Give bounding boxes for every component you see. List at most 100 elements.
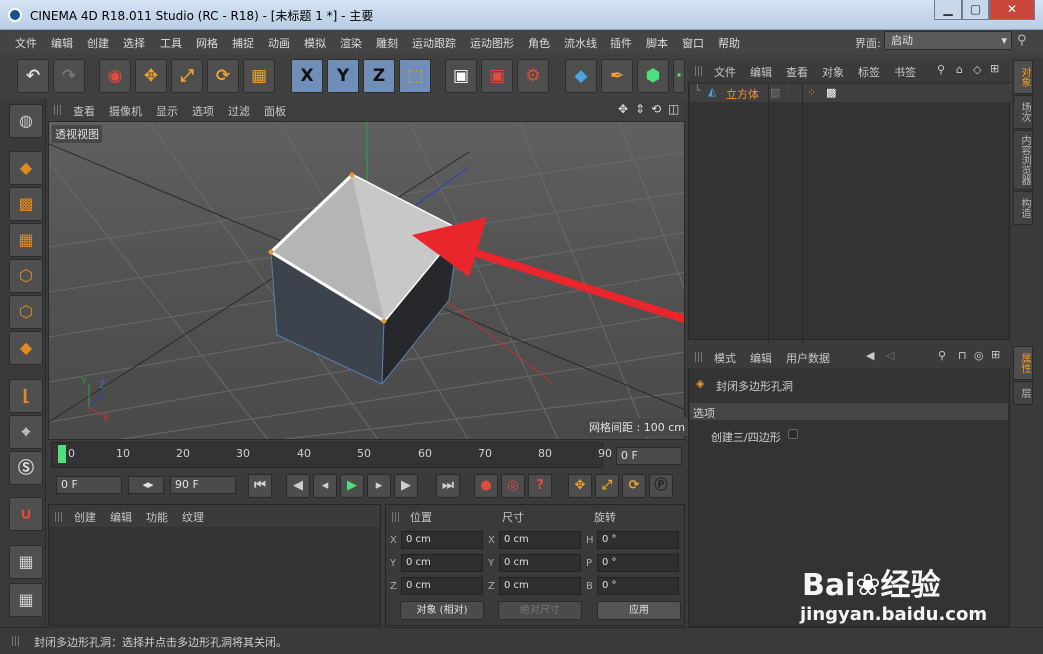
objects-menu-view[interactable]: 查看 bbox=[786, 64, 808, 80]
tab-layers[interactable]: 层 bbox=[1013, 381, 1033, 405]
menu-help[interactable]: 帮助 bbox=[718, 35, 740, 51]
rot-p-field[interactable]: 0 ° bbox=[597, 554, 679, 572]
live-selection-button[interactable]: ◉ bbox=[99, 59, 131, 93]
pos-y-field[interactable]: 0 cm bbox=[401, 554, 483, 572]
viewport-menu-camera[interactable]: 摄像机 bbox=[109, 103, 142, 119]
tab-objects[interactable]: 对象 bbox=[1013, 60, 1033, 94]
record-key-button[interactable]: ● bbox=[474, 474, 498, 498]
objects-menu-bookmarks[interactable]: 书签 bbox=[894, 64, 916, 80]
menu-script[interactable]: 脚本 bbox=[646, 35, 668, 51]
tweak-mode-button[interactable]: ⌖ bbox=[9, 415, 43, 449]
menu-window[interactable]: 窗口 bbox=[682, 35, 704, 51]
hierarchy-icon[interactable]: ◇ bbox=[973, 63, 981, 76]
minimize-button[interactable]: ▁ bbox=[934, 0, 962, 20]
rot-b-field[interactable]: 0 ° bbox=[597, 577, 679, 595]
menu-pipeline[interactable]: 流水线 bbox=[564, 35, 597, 51]
coordinate-system-button[interactable]: ⬚ bbox=[399, 59, 431, 93]
auto-key-button[interactable]: ◎ bbox=[501, 474, 525, 498]
tab-attributes[interactable]: 属性 bbox=[1013, 346, 1033, 380]
workplane-align-button[interactable]: ▦ bbox=[9, 583, 43, 617]
target-icon[interactable]: ◎ bbox=[974, 349, 984, 362]
search-icon[interactable]: ⚲ bbox=[937, 63, 945, 76]
material-menu-texture[interactable]: 纹理 bbox=[182, 509, 204, 525]
menu-mesh[interactable]: 网格 bbox=[196, 35, 218, 51]
key-selection-button[interactable]: ? bbox=[528, 474, 552, 498]
menu-plugins[interactable]: 插件 bbox=[610, 35, 632, 51]
menu-snap[interactable]: 捕捉 bbox=[232, 35, 254, 51]
key-rotation-button[interactable]: ⟳ bbox=[622, 474, 646, 498]
rotate-button[interactable]: ⟳ bbox=[207, 59, 239, 93]
viewport-menu-display[interactable]: 显示 bbox=[156, 103, 178, 119]
recent-tool-button[interactable]: ▦ bbox=[243, 59, 275, 93]
scale-button[interactable]: ⤢ bbox=[171, 59, 203, 93]
key-position-button[interactable]: ✥ bbox=[568, 474, 592, 498]
menu-tools[interactable]: 工具 bbox=[160, 35, 182, 51]
size-z-field[interactable]: 0 cm bbox=[499, 577, 581, 595]
next-key-button[interactable]: ▶ bbox=[394, 474, 418, 498]
tab-takes[interactable]: 场次 bbox=[1013, 95, 1033, 129]
tab-structure[interactable]: 构造 bbox=[1013, 191, 1033, 225]
material-menu-edit[interactable]: 编辑 bbox=[110, 509, 132, 525]
size-x-field[interactable]: 0 cm bbox=[499, 531, 581, 549]
menu-create[interactable]: 创建 bbox=[87, 35, 109, 51]
texture-mode-button[interactable]: ▩ bbox=[9, 187, 43, 221]
new-window-icon[interactable]: ⊞ bbox=[990, 62, 999, 75]
key-scale-button[interactable]: ⤢ bbox=[595, 474, 619, 498]
attr-menu-mode[interactable]: 模式 bbox=[714, 350, 736, 366]
menu-character[interactable]: 角色 bbox=[528, 35, 550, 51]
size-y-field[interactable]: 0 cm bbox=[499, 554, 581, 572]
polygons-mode-button[interactable]: ◆ bbox=[9, 331, 43, 365]
material-menu-function[interactable]: 功能 bbox=[146, 509, 168, 525]
rot-h-field[interactable]: 0 ° bbox=[597, 531, 679, 549]
points-mode-button[interactable]: ⬡ bbox=[9, 259, 43, 293]
move-button[interactable]: ✥ bbox=[135, 59, 167, 93]
menu-mograph[interactable]: 运动图形 bbox=[470, 35, 514, 51]
go-to-start-button[interactable]: ⏮ bbox=[248, 474, 272, 498]
object-row-cube[interactable]: └ ◭ 立方体 ▨ ⁚ ⁘ ▩ bbox=[690, 84, 1010, 344]
material-manager[interactable]: 创建 编辑 功能 纹理 bbox=[48, 504, 381, 626]
viewport-menu-panel[interactable]: 面板 bbox=[264, 103, 286, 119]
viewport-rotate-icon[interactable]: ⟲ bbox=[651, 102, 661, 116]
render-picture-viewer-button[interactable]: ▣ bbox=[481, 59, 513, 93]
search-icon[interactable]: ⚲ bbox=[1017, 33, 1027, 48]
menu-render[interactable]: 渲染 bbox=[340, 35, 362, 51]
prev-key-button[interactable]: ◀ bbox=[286, 474, 310, 498]
search-icon[interactable]: ⚲ bbox=[938, 349, 946, 362]
menu-edit[interactable]: 编辑 bbox=[51, 35, 73, 51]
objects-menu-file[interactable]: 文件 bbox=[714, 64, 736, 80]
viewport-move-icon[interactable]: ✥ bbox=[618, 102, 628, 116]
workplane-mode-button[interactable]: ▦ bbox=[9, 223, 43, 257]
axis-mode-button[interactable]: ⌊ bbox=[9, 379, 43, 413]
menu-file[interactable]: 文件 bbox=[15, 35, 37, 51]
make-editable-button[interactable]: ◍ bbox=[9, 104, 43, 138]
next-frame-button[interactable]: ▸ bbox=[367, 474, 391, 498]
key-parameter-button[interactable]: Ⓟ bbox=[649, 474, 673, 498]
home-icon[interactable]: ⌂ bbox=[956, 63, 963, 76]
range-slider[interactable]: ◂▸ bbox=[128, 476, 164, 494]
z-axis-button[interactable]: Z bbox=[363, 59, 395, 93]
objects-menu-edit[interactable]: 编辑 bbox=[750, 64, 772, 80]
menu-sculpt[interactable]: 雕刻 bbox=[376, 35, 398, 51]
attr-menu-edit[interactable]: 编辑 bbox=[750, 350, 772, 366]
attr-menu-userdata[interactable]: 用户数据 bbox=[786, 350, 830, 366]
phong-tag-icon[interactable]: ⁘ bbox=[807, 86, 816, 99]
pen-spline-button[interactable]: ✒ bbox=[601, 59, 633, 93]
close-button[interactable]: ✕ bbox=[989, 0, 1035, 20]
undo-button[interactable]: ↶ bbox=[17, 59, 49, 93]
layout-select[interactable]: 启动 ▾ bbox=[884, 31, 1012, 50]
cube-object-button[interactable]: ◆ bbox=[565, 59, 597, 93]
model-mode-button[interactable]: ◆ bbox=[9, 151, 43, 185]
viewport-zoom-icon[interactable]: ⇕ bbox=[635, 102, 645, 116]
end-frame-field[interactable]: 90 F bbox=[170, 476, 236, 494]
lock-icon[interactable]: ⊓ bbox=[958, 349, 967, 362]
redo-button[interactable]: ↷ bbox=[53, 59, 85, 93]
viewport-maximize-icon[interactable]: ◫ bbox=[668, 102, 679, 116]
render-view-button[interactable]: ▣ bbox=[445, 59, 477, 93]
x-axis-button[interactable]: X bbox=[291, 59, 323, 93]
perspective-viewport[interactable]: Y Z X bbox=[48, 121, 685, 440]
y-axis-button[interactable]: Y bbox=[327, 59, 359, 93]
create-tri-quad-checkbox[interactable] bbox=[788, 429, 798, 439]
texture-tag-icon[interactable]: ▩ bbox=[826, 86, 836, 99]
menu-motion-tracking[interactable]: 运动跟踪 bbox=[412, 35, 456, 51]
timeline-ruler[interactable]: 0 10 20 30 40 50 60 70 80 90 0 F bbox=[48, 442, 685, 470]
